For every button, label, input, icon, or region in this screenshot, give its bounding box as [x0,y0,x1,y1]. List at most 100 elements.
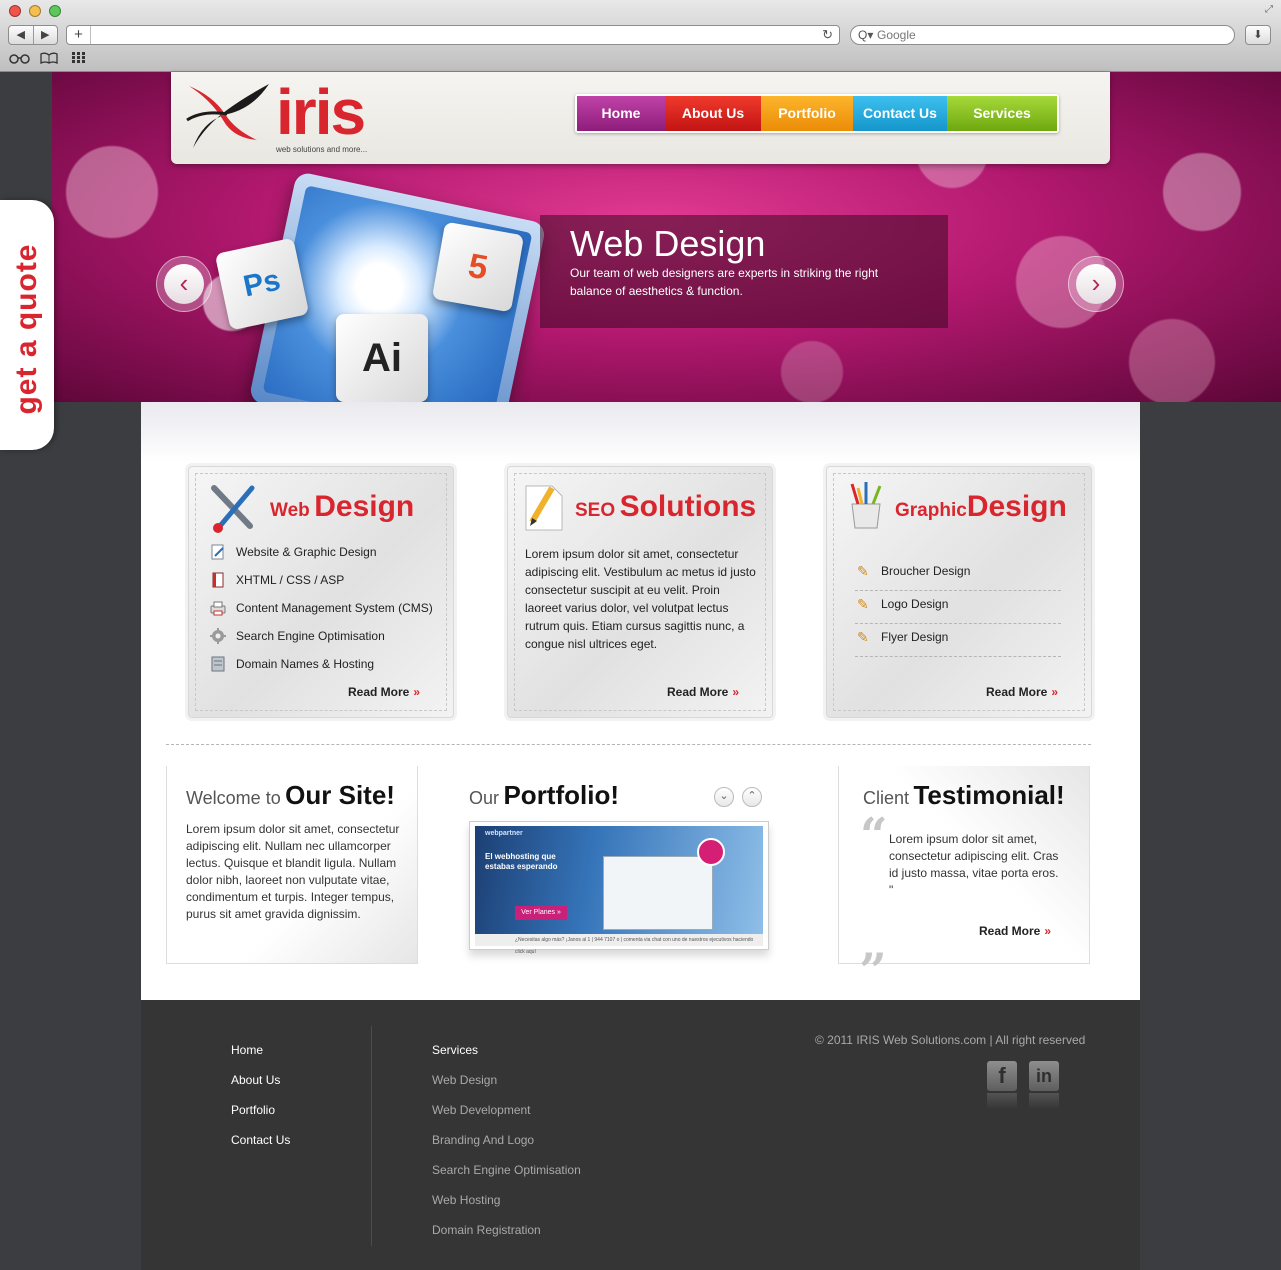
minimize-window-button[interactable] [29,5,41,17]
slider-prev-button[interactable]: ‹ [156,256,212,312]
photoshop-cube-icon: Ps [214,237,310,331]
double-chevron-right-icon: » [1044,924,1052,938]
portfolio-title: Our Portfolio! [469,780,619,810]
linkedin-icon[interactable]: in [1029,1061,1059,1091]
document-pencil-icon [525,485,563,531]
shot-footer: ¿Necesitas algo más? ¡Janos al 1 | 944 7… [475,934,763,955]
portfolio-down-button[interactable]: ⌄ [714,787,734,807]
edit-page-icon [211,544,224,560]
get-a-quote-tab[interactable]: get a quote [0,200,54,450]
web-service-item[interactable]: Search Engine Optimisation [236,629,385,643]
browser-toolbar: ◀ ▶ + ↻ Q▾ Google ⬇ ⤢ [0,0,1281,72]
search-icon: Q▾ [858,28,874,42]
page-root: { "browser": { "search_placeholder": "Go… [0,0,1281,1270]
web-design-title: Web Design [270,490,415,523]
nav-about-us[interactable]: About Us [665,96,761,131]
search-input[interactable]: Q▾ Google [850,25,1235,45]
portfolio-screenshot: webpartner El webhosting que estabas esp… [475,826,763,934]
footer-link-home[interactable]: Home [231,1043,263,1057]
back-icon[interactable]: ◀ [9,26,34,44]
section-divider [166,744,1091,745]
copyright: © 2011 IRIS Web Solutions.com | All righ… [815,1033,1086,1047]
zoom-window-button[interactable] [49,5,61,17]
footer-service-link[interactable]: Domain Registration [432,1223,541,1237]
logo-tagline: web solutions and more... [276,145,368,154]
footer-service-link[interactable]: Web Design [432,1073,497,1087]
footer-service-link[interactable]: Web Hosting [432,1193,500,1207]
reading-glasses-icon[interactable] [9,52,31,64]
graphic-service-item[interactable]: ✎ Broucher Design [855,558,1061,591]
nav-home[interactable]: Home [577,96,665,131]
facebook-icon[interactable]: f [987,1061,1017,1091]
tools-icon [211,485,255,533]
pencil-icon: ✎ [857,629,869,645]
printer-icon [210,601,226,616]
book-icon[interactable] [40,52,58,64]
reload-icon[interactable]: ↻ [822,27,833,43]
grid-icon[interactable] [72,52,88,64]
linkedin-reflection [1029,1093,1059,1109]
footer-services-heading[interactable]: Services [432,1043,478,1057]
pencil-icon: ✎ [857,596,869,612]
shot-headline: El webhosting que estabas esperando [485,852,558,871]
testimonial-text: Lorem ipsum dolor sit amet, consectetur … [889,832,1059,897]
shot-brand: webpartner [485,830,523,837]
logo-text[interactable]: iris [276,80,366,144]
double-chevron-right-icon: » [732,685,740,699]
slide-title: Web Design [570,223,766,264]
content-top-fade [141,402,1140,462]
footer-link-portfolio[interactable]: Portfolio [231,1103,275,1117]
web-service-item[interactable]: XHTML / CSS / ASP [236,573,344,587]
close-quote-icon: „ [860,916,888,972]
chevron-left-icon: ‹ [164,264,204,304]
graphic-read-more[interactable]: Read More» [986,685,1058,699]
welcome-text: Lorem ipsum dolor sit amet, consectetur … [186,822,400,921]
gear-icon [210,628,226,644]
server-icon [211,656,225,672]
add-bookmark-icon[interactable]: + [67,26,91,44]
chevron-right-icon: › [1076,264,1116,304]
open-quote-icon: “ [860,808,888,864]
seo-read-more[interactable]: Read More» [667,685,739,699]
testimonial-read-more[interactable]: Read More» [979,924,1051,938]
web-service-item[interactable]: Domain Names & Hosting [236,657,374,671]
illustrator-cube-icon: Ai [336,314,428,402]
close-window-button[interactable] [9,5,21,17]
seo-solutions-title: SEO Solutions [575,490,757,523]
book-red-icon [212,572,224,588]
footer-link-contact-us[interactable]: Contact Us [231,1133,290,1147]
iris-logo-icon[interactable] [183,80,273,152]
graphic-service-item[interactable]: ✎ Flyer Design [855,624,1061,657]
footer-service-link[interactable]: Search Engine Optimisation [432,1163,581,1177]
address-bar[interactable]: + ↻ [66,25,840,45]
forward-icon[interactable]: ▶ [34,26,58,44]
footer-service-link[interactable]: Branding And Logo [432,1133,534,1147]
brush-cup-icon [850,482,882,529]
fullscreen-icon[interactable]: ⤢ [1265,4,1273,15]
nav-services[interactable]: Services [947,96,1057,131]
shot-button: Ver Planes » [515,906,567,920]
html5-cube-icon: 5 [431,221,525,313]
portfolio-up-button[interactable]: ⌃ [742,787,762,807]
main-nav: Home About Us Portfolio Contact Us Servi… [575,94,1059,133]
footer-service-link[interactable]: Web Development [432,1103,531,1117]
web-service-item[interactable]: Content Management System (CMS) [236,601,433,615]
web-service-item[interactable]: Website & Graphic Design [236,545,377,559]
slider-next-button[interactable]: › [1068,256,1124,312]
web-design-read-more[interactable]: Read More» [348,685,420,699]
double-chevron-right-icon: » [413,685,421,699]
pencil-icon: ✎ [857,563,869,579]
nav-contact-us[interactable]: Contact Us [853,96,947,131]
graphic-service-item[interactable]: ✎ Logo Design [855,591,1061,624]
footer-link-about-us[interactable]: About Us [231,1073,280,1087]
get-a-quote-label: get a quote [10,243,43,415]
welcome-title: Welcome to Our Site! [186,780,395,810]
history-buttons: ◀ ▶ [8,25,58,45]
facebook-reflection [987,1093,1017,1109]
nav-portfolio[interactable]: Portfolio [761,96,853,131]
testimonial-title: Client Testimonial! [863,780,1065,810]
graphic-design-title: GraphicDesign [895,490,1067,523]
downloads-icon[interactable]: ⬇ [1245,25,1271,45]
footer-separator [371,1026,372,1246]
double-chevron-right-icon: » [1051,685,1059,699]
